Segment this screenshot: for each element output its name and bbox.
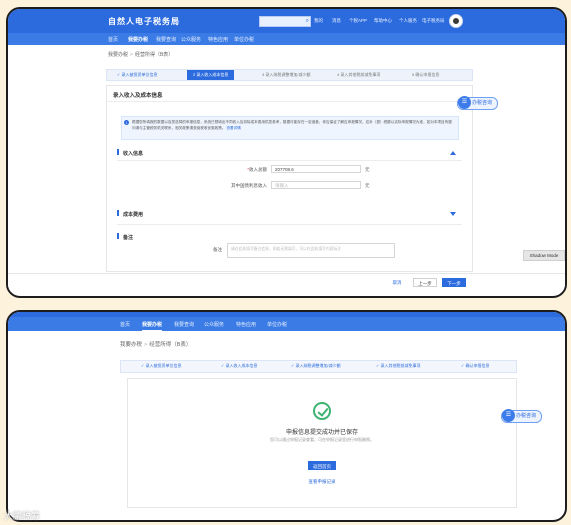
- chat-icon: ☰: [502, 409, 515, 422]
- top-link-service[interactable]: 个人服务: [399, 18, 417, 24]
- nav-tax-handling[interactable]: 我要办税: [128, 36, 149, 46]
- step-1: ✓ 录入被投资单位信息: [117, 72, 158, 77]
- consult-button[interactable]: ☰ 办税咨询: [457, 96, 499, 110]
- group-divider: [117, 224, 462, 225]
- main-nav: 首页 我要办税 我要查询 公众服务 特色应用 单位办税: [8, 317, 565, 331]
- success-desc: 您可以通过申报记录查看，可在申报记录里进行申报缴税。: [270, 437, 374, 442]
- nav-featured-apps[interactable]: 特色应用: [236, 321, 256, 328]
- step-3: ✓ 录入纳税调整增加/减少额: [291, 363, 341, 368]
- breadcrumb-link[interactable]: 我要办税: [108, 52, 128, 58]
- nav-query[interactable]: 我要查询: [156, 36, 176, 43]
- remark-textarea[interactable]: 请在此处填写备注信息，如若无需填写，可以在此处填写内容标注: [227, 243, 395, 258]
- breadcrumb-current: 经营所得（B表）: [134, 52, 174, 58]
- cancel-button[interactable]: 取消: [388, 278, 406, 287]
- section-divider: [107, 101, 472, 102]
- top-link-mine[interactable]: 我的: [314, 18, 323, 24]
- search-icon[interactable]: ⌕: [306, 18, 309, 25]
- group-marker: [117, 210, 119, 216]
- step-4: ✓ 录入其他税前减免事项: [376, 363, 421, 368]
- watermark: 大鹏税筹: [4, 511, 41, 521]
- nav-query[interactable]: 我要查询: [174, 321, 194, 328]
- group-divider: [117, 160, 462, 161]
- breadcrumb-link[interactable]: 我要办税: [120, 342, 142, 348]
- shadow-mode-toggle[interactable]: Shadow Mode: [523, 250, 565, 261]
- group-marker: [117, 233, 119, 239]
- step-2: 2 录入收入成本信息: [187, 70, 235, 80]
- nav-unit-tax[interactable]: 单位办税: [234, 36, 254, 43]
- bond-interest-unit: 元: [365, 183, 370, 188]
- income-unit: 元: [365, 167, 370, 172]
- top-link-help[interactable]: 帮助中心: [374, 18, 392, 24]
- group-cost-title: 成本费用: [123, 212, 144, 218]
- progress-steps: ✓ 录入被投资单位信息 ✓ 录入收入成本信息 ✓ 录入纳税调整增加/减少额 ✓ …: [120, 360, 517, 373]
- nav-home[interactable]: 首页: [108, 36, 118, 43]
- nav-public-service[interactable]: 公众服务: [181, 36, 201, 43]
- bond-interest-input[interactable]: 请输入: [271, 181, 361, 189]
- bond-interest-label: 其中国债利息收入: [231, 183, 267, 188]
- nav-unit-tax[interactable]: 单位办税: [267, 321, 287, 328]
- breadcrumb: 我要办税 > 经营所得（B表）: [120, 342, 192, 348]
- top-link-etax[interactable]: 电子税务局: [422, 18, 445, 24]
- success-panel: 申报信息提交成功并已保存 您可以通过申报记录查看，可在申报记录里进行申报缴税。 …: [127, 378, 517, 508]
- nav-home[interactable]: 首页: [120, 321, 130, 328]
- top-link-app[interactable]: 个税APP: [349, 18, 367, 24]
- expand-down-icon[interactable]: [450, 212, 456, 216]
- nav-tax-handling[interactable]: 我要办税: [142, 321, 163, 331]
- step-4: 4 录入其他税前减免事项: [337, 72, 381, 77]
- form-panel: 录入收入及成本信息 i 根据您所填报的数据以及您选择的申报信息，系统已预填出不同…: [106, 85, 473, 272]
- search-input[interactable]: ⌕: [259, 16, 311, 27]
- nav-featured-apps[interactable]: 特色应用: [208, 36, 228, 43]
- group-remark-title: 备注: [123, 235, 134, 241]
- nav-public-service[interactable]: 公众服务: [204, 321, 224, 328]
- avatar[interactable]: [449, 14, 463, 28]
- group-marker: [117, 149, 119, 155]
- screenshot-frame-input: 自然人电子税务局 ⌕ 我的 消息 个税APP 帮助中心 个人服务 电子税务局 首…: [6, 7, 567, 298]
- collapse-up-icon[interactable]: [450, 151, 456, 155]
- info-notice: i 根据您所填报的数据以及您选择的申报信息，系统已预填出不同收入及扣除成本费用供…: [121, 116, 459, 140]
- main-nav: 首页 我要办税 我要查询 公众服务 特色应用 单位办税: [8, 33, 565, 46]
- step-2: ✓ 录入收入成本信息: [221, 363, 258, 368]
- income-total-label: *收入总额: [247, 167, 267, 172]
- notice-text: 根据您所填报的数据以及您选择的申报信息，系统已预填出不同收入及扣除成本费用供您参…: [132, 120, 452, 130]
- top-header: 自然人电子税务局 ⌕ 我的 消息 个税APP 帮助中心 个人服务 电子税务局: [8, 9, 565, 33]
- info-icon: i: [124, 120, 129, 125]
- income-total-input[interactable]: 207708.6: [271, 165, 361, 173]
- screenshot-frame-success: 首页 我要办税 我要查询 公众服务 特色应用 单位办税 我要办税 > 经营所得（B表…: [6, 310, 567, 522]
- back-home-button[interactable]: 返回首页: [308, 461, 336, 470]
- step-3: 3 录入纳税调整增加/减少额: [262, 72, 311, 77]
- view-records-link[interactable]: 查看申报记录: [304, 477, 340, 486]
- group-income-title: 收入信息: [123, 151, 144, 157]
- step-5: 5 确认申报信息: [412, 72, 440, 77]
- consult-button[interactable]: ☰ 办税咨询: [501, 409, 543, 423]
- notice-link[interactable]: 查看详情: [226, 126, 240, 130]
- next-step-button[interactable]: 下一步: [442, 278, 466, 287]
- success-title: 申报信息提交成功并已保存: [285, 430, 358, 436]
- step-5: ✓ 确认申报信息: [461, 363, 490, 368]
- remark-label: 备注: [213, 247, 222, 252]
- progress-steps: ✓ 录入被投资单位信息 2 录入收入成本信息 3 录入纳税调整增加/减少额 4 …: [106, 69, 473, 81]
- prev-step-button[interactable]: 上一步: [413, 278, 437, 287]
- chat-icon: ☰: [458, 96, 471, 109]
- breadcrumb: 我要办税 > 经营所得（B表）: [108, 52, 174, 58]
- breadcrumb-current: 经营所得（B表）: [149, 342, 192, 348]
- step-1: ✓ 录入被投资单位信息: [141, 363, 182, 368]
- top-link-messages[interactable]: 消息: [332, 18, 341, 24]
- action-bar: 取消 上一步 下一步: [8, 273, 565, 292]
- success-check-icon: [313, 402, 331, 420]
- site-brand: 自然人电子税务局: [108, 17, 180, 26]
- section-title: 录入收入及成本信息: [113, 93, 163, 99]
